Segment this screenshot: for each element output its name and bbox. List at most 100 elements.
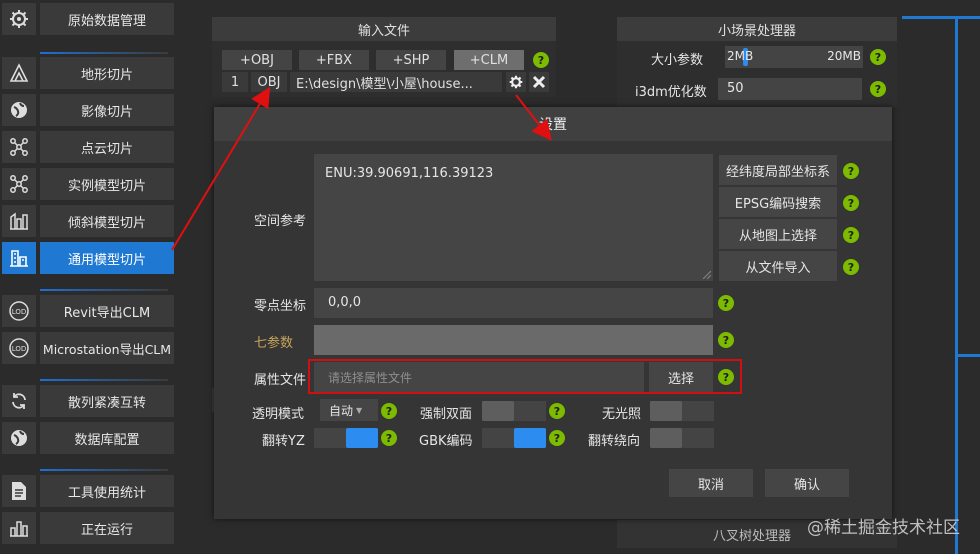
sidebar-divider (40, 469, 168, 471)
flip-yz-label: 翻转YZ (262, 434, 305, 449)
gear-icon (2, 3, 36, 35)
epsg-search-button[interactable]: EPSG编码搜索 (719, 187, 837, 217)
confirm-button[interactable]: 确认 (765, 469, 849, 497)
attr-file-highlight-box (308, 359, 742, 394)
sidebar-item-label: 数据库配置 (40, 422, 174, 454)
globe-icon (2, 422, 36, 454)
help-icon[interactable]: ? (870, 81, 886, 97)
double-side-toggle[interactable] (482, 401, 546, 421)
zero-point-input[interactable]: 0,0,0 (314, 288, 713, 318)
spatial-ref-label: 空间参考 (254, 214, 307, 229)
settings-dialog: 设置 空间参考 ENU:39.90691,116.39123 经纬度局部坐标系 … (214, 107, 892, 519)
transparent-mode-label: 透明模式 (252, 407, 305, 422)
scene-processor-panel: 小场景处理器 大小参数 2MB 20MB ? i3dm优化数 50 ? (617, 17, 897, 107)
sidebar-divider (40, 52, 168, 54)
add-shp-button[interactable]: +SHP (376, 50, 446, 70)
svg-text:LOD: LOD (12, 308, 27, 316)
seven-param-label: 七参数 (254, 336, 294, 351)
sidebar-item-label: 原始数据管理 (40, 3, 174, 35)
sidebar-item-running[interactable]: 正在运行 (2, 512, 174, 544)
gbk-label: GBK编码 (419, 434, 473, 449)
instance-icon (2, 168, 36, 200)
local-coord-button[interactable]: 经纬度局部坐标系 (719, 155, 837, 185)
document-icon (2, 475, 36, 507)
help-icon[interactable]: ? (843, 163, 859, 179)
sidebar-item-raw-data[interactable]: 原始数据管理 (2, 3, 174, 35)
panel-title: 小场景处理器 (617, 17, 897, 41)
help-icon[interactable]: ? (843, 227, 859, 243)
zero-point-label: 零点坐标 (254, 299, 307, 314)
size-param-label: 大小参数 (651, 53, 704, 68)
sidebar-item-instance-model[interactable]: 实例模型切片 (2, 168, 174, 200)
cancel-button[interactable]: 取消 (669, 469, 753, 497)
help-icon[interactable]: ? (718, 332, 734, 348)
file-row-index: 1 (222, 72, 248, 92)
chart-icon (2, 512, 36, 544)
sidebar-item-label: 点云切片 (40, 131, 174, 163)
help-icon[interactable]: ? (843, 195, 859, 211)
watermark: @稀土掘金技术社区 (807, 518, 960, 538)
help-icon[interactable]: ? (381, 430, 397, 446)
help-icon[interactable]: ? (843, 259, 859, 275)
help-icon[interactable]: ? (381, 403, 397, 419)
remove-file-close-icon[interactable] (529, 72, 549, 92)
help-icon[interactable]: ? (870, 49, 886, 65)
i3dm-label: i3dm优化数 (635, 85, 707, 100)
globe-icon (2, 94, 36, 126)
add-obj-button[interactable]: +OBJ (222, 50, 292, 70)
flip-winding-toggle[interactable] (650, 428, 714, 448)
double-side-label: 强制双面 (420, 407, 473, 422)
map-select-button[interactable]: 从地图上选择 (719, 219, 837, 249)
sidebar-item-label: 散列紧凑互转 (40, 385, 174, 417)
sidebar-item-label: 工具使用统计 (40, 475, 174, 507)
spatial-ref-textarea[interactable]: ENU:39.90691,116.39123 (314, 154, 713, 281)
file-import-button[interactable]: 从文件导入 (719, 251, 837, 281)
toggle-knob (346, 428, 378, 448)
transparent-mode-value: 自动 (329, 403, 354, 418)
sidebar-item-imagery[interactable]: 影像切片 (2, 94, 174, 126)
sidebar-item-terrain[interactable]: 地形切片 (2, 57, 174, 89)
sidebar-item-usage-stats[interactable]: 工具使用统计 (2, 475, 174, 507)
sidebar-item-revit[interactable]: LOD Revit导出CLM (2, 295, 174, 327)
sidebar-item-label: Microstation导出CLM (40, 332, 174, 364)
add-fbx-button[interactable]: +FBX (299, 50, 369, 70)
attr-file-label: 属性文件 (254, 373, 307, 388)
add-clm-button[interactable]: +CLM (454, 50, 524, 70)
sidebar-item-microstation[interactable]: LOD Microstation导出CLM (2, 332, 174, 364)
sidebar-item-hash-convert[interactable]: 散列紧凑互转 (2, 385, 174, 417)
frame-line-left (955, 16, 958, 554)
i3dm-input[interactable]: 50 (718, 78, 862, 100)
sidebar-item-oblique-model[interactable]: 倾斜模型切片 (2, 205, 174, 237)
sidebar-divider (40, 289, 168, 291)
input-file-panel: 输入文件 +OBJ +FBX +SHP +CLM ? 1 OBJ E:\desi… (212, 17, 556, 97)
toggle-knob (482, 401, 514, 421)
help-icon[interactable]: ? (533, 52, 549, 68)
slider-min-label: 2MB (727, 49, 754, 63)
transparent-mode-select[interactable]: 自动 ▼ (320, 399, 378, 421)
flip-yz-toggle[interactable] (314, 428, 378, 448)
frame-line-top (902, 16, 980, 19)
terrain-icon (2, 57, 36, 89)
file-row-path[interactable]: E:\design\模型\小屋\house... (290, 72, 502, 92)
help-icon[interactable]: ? (549, 403, 565, 419)
help-icon[interactable]: ? (549, 430, 565, 446)
resize-grip-icon[interactable] (703, 271, 711, 279)
sidebar-divider (40, 379, 168, 381)
app-root: 原始数据管理 地形切片 影像切片 点云切片 实例模型切片 倾斜模型切片 通用模型… (0, 0, 980, 554)
sidebar-item-label: 影像切片 (40, 94, 174, 126)
sidebar-item-general-model[interactable]: 通用模型切片 (2, 242, 174, 274)
seven-param-input[interactable] (314, 325, 713, 355)
slider-max-label: 20MB (827, 49, 861, 63)
settings-gear-icon[interactable] (506, 72, 526, 92)
size-slider[interactable]: 2MB 20MB (725, 46, 863, 68)
chevron-down-icon: ▼ (356, 405, 363, 415)
toggle-knob (650, 428, 682, 448)
sidebar-item-label: 倾斜模型切片 (40, 205, 174, 237)
sidebar-item-pointcloud[interactable]: 点云切片 (2, 131, 174, 163)
gbk-toggle[interactable] (482, 428, 546, 448)
sidebar-item-database[interactable]: 数据库配置 (2, 422, 174, 454)
flip-winding-label: 翻转绕向 (588, 434, 641, 449)
no-light-toggle[interactable] (650, 401, 714, 421)
help-icon[interactable]: ? (718, 295, 734, 311)
sidebar: 原始数据管理 地形切片 影像切片 点云切片 实例模型切片 倾斜模型切片 通用模型… (0, 0, 186, 554)
